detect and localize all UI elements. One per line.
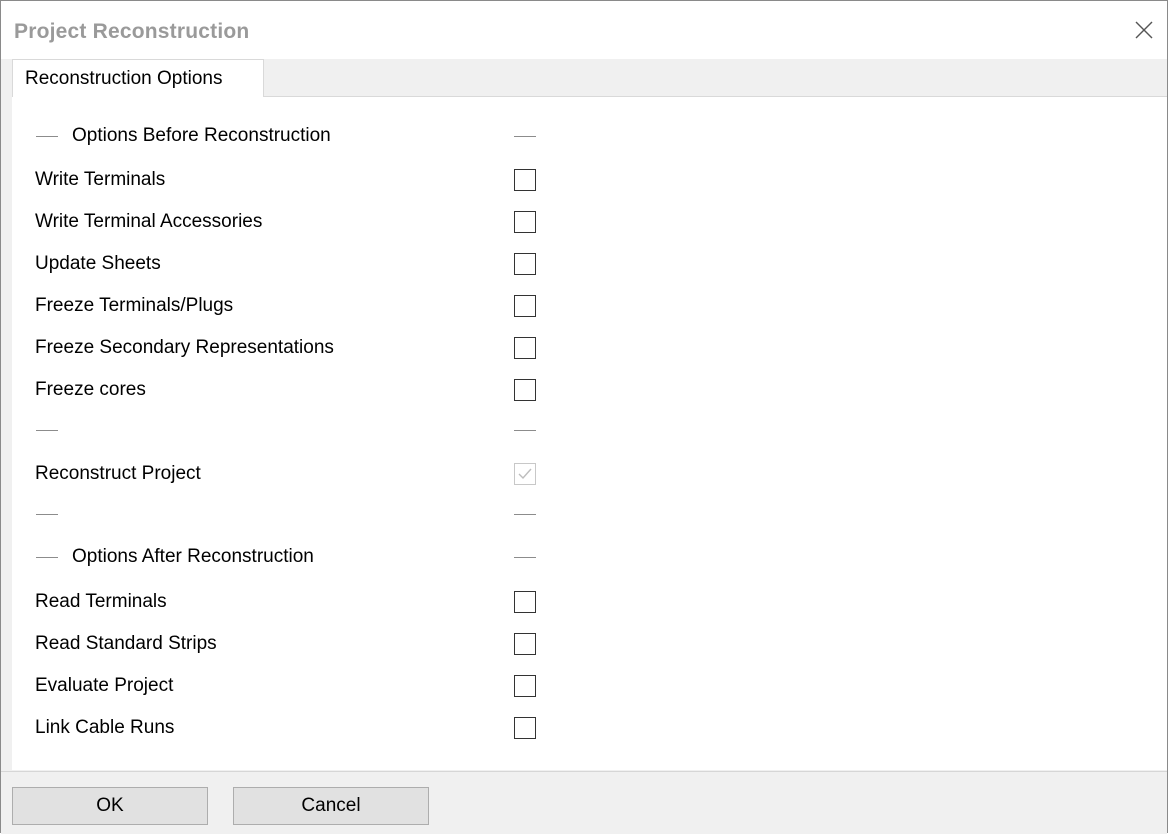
section-title-after: Options After Reconstruction: [72, 546, 314, 567]
option-label: Evaluate Project: [35, 675, 174, 696]
options-panel: Options Before Reconstruction Write Term…: [12, 96, 1167, 770]
button-bar: OK Cancel: [1, 771, 1167, 834]
checkmark-icon: [518, 468, 532, 480]
separator-dash: [514, 514, 536, 515]
separator-row: [12, 409, 1167, 451]
separator-dash: [514, 136, 536, 137]
option-row-link-cable-runs: Link Cable Runs: [12, 707, 1167, 749]
evaluate-project-checkbox[interactable]: [514, 675, 536, 697]
title-bar: Project Reconstruction: [1, 1, 1167, 59]
option-label: Freeze Secondary Representations: [35, 337, 334, 358]
option-label: Read Standard Strips: [35, 633, 217, 654]
option-row-freeze-secondary-representations: Freeze Secondary Representations: [12, 327, 1167, 369]
option-label: Read Terminals: [35, 591, 167, 612]
section-header-before: Options Before Reconstruction: [12, 115, 1167, 157]
freeze-terminals-plugs-checkbox[interactable]: [514, 295, 536, 317]
write-terminals-checkbox[interactable]: [514, 169, 536, 191]
option-row-read-standard-strips: Read Standard Strips: [12, 623, 1167, 665]
link-cable-runs-checkbox[interactable]: [514, 717, 536, 739]
option-label: Write Terminal Accessories: [35, 211, 263, 232]
freeze-secondary-representations-checkbox[interactable]: [514, 337, 536, 359]
reconstruct-project-checkbox: [514, 463, 536, 485]
option-label: Write Terminals: [35, 169, 166, 190]
separator-row: [12, 493, 1167, 535]
ok-button[interactable]: OK: [12, 787, 208, 825]
cancel-button[interactable]: Cancel: [233, 787, 429, 825]
read-standard-strips-checkbox[interactable]: [514, 633, 536, 655]
dialog-title: Project Reconstruction: [14, 20, 250, 43]
separator-dash: [36, 136, 58, 137]
freeze-cores-checkbox[interactable]: [514, 379, 536, 401]
option-row-evaluate-project: Evaluate Project: [12, 665, 1167, 707]
close-button[interactable]: [1129, 15, 1159, 45]
option-row-write-terminals: Write Terminals: [12, 159, 1167, 201]
project-reconstruction-dialog: Project Reconstruction Reconstruction Op…: [0, 0, 1168, 834]
tab-reconstruction-options[interactable]: Reconstruction Options: [12, 59, 264, 97]
option-row-update-sheets: Update Sheets: [12, 243, 1167, 285]
option-label: Freeze cores: [35, 379, 146, 400]
write-terminal-accessories-checkbox[interactable]: [514, 211, 536, 233]
section-title-before: Options Before Reconstruction: [72, 125, 331, 146]
separator-dash: [36, 514, 58, 515]
option-label: Update Sheets: [35, 253, 161, 274]
separator-dash: [514, 430, 536, 431]
option-label: Reconstruct Project: [35, 463, 201, 484]
option-row-reconstruct-project: Reconstruct Project: [12, 453, 1167, 495]
read-terminals-checkbox[interactable]: [514, 591, 536, 613]
option-label: Link Cable Runs: [35, 717, 175, 738]
option-row-read-terminals: Read Terminals: [12, 581, 1167, 623]
separator-dash: [514, 557, 536, 558]
close-icon: [1135, 21, 1153, 39]
section-header-after: Options After Reconstruction: [12, 536, 1167, 578]
option-row-freeze-cores: Freeze cores: [12, 369, 1167, 411]
option-row-write-terminal-accessories: Write Terminal Accessories: [12, 201, 1167, 243]
option-row-freeze-terminals-plugs: Freeze Terminals/Plugs: [12, 285, 1167, 327]
update-sheets-checkbox[interactable]: [514, 253, 536, 275]
separator-dash: [36, 430, 58, 431]
separator-dash: [36, 557, 58, 558]
option-label: Freeze Terminals/Plugs: [35, 295, 234, 316]
